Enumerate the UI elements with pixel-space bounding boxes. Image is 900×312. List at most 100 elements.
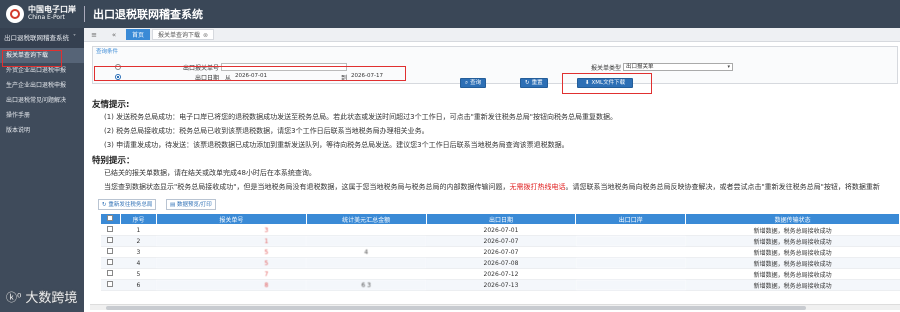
- tab-bar: ≡ « 首页 报关单查询下载 ⊗: [84, 28, 900, 42]
- tips-line-3: (3) 申请重发成功，待发送：该票退税数据已成功添加到重新发送队列，等待向税务总…: [104, 141, 569, 149]
- hotline-warning: 无需拨打热线电话: [509, 183, 566, 191]
- special-tips-part-c: 。请您联系当地税务局向税务总局反映协查解决，或者尝试点击"重新发往税务总局"按钮…: [565, 183, 880, 191]
- col-export-date: 出口日期: [425, 213, 577, 225]
- row-status: 新增数据，税务总局接收成功: [685, 279, 900, 291]
- tips-line-2: (2) 税务总局接收成功：税务总局已收到该票退税数据，请您3个工作日后联系当地税…: [104, 127, 429, 135]
- row-status: 新增数据，税务总局接收成功: [685, 246, 900, 258]
- preview-print-button[interactable]: ▤ 数据预览/打印: [166, 199, 216, 210]
- table-row[interactable]: 5 7 2026-07-12 新增数据，税务总局接收成功: [100, 268, 900, 280]
- row-amount: [306, 268, 427, 280]
- tab-declaration-download[interactable]: 报关单查询下载 ⊗: [152, 29, 215, 40]
- declaration-table: 序号 报关单号 统计美元汇总金额 出口日期 出口口岸 数据传输状态 1 3 20…: [100, 213, 900, 291]
- sidebar-item-version[interactable]: 版本说明: [0, 123, 84, 138]
- eport-logo-icon: [6, 5, 24, 23]
- sidebar-section-title: 出口退税联网稽查系统: [4, 34, 69, 42]
- row-export-port: [575, 246, 686, 258]
- app-title: 出口退税联网稽查系统: [93, 8, 203, 21]
- refresh-icon: ↻: [525, 80, 530, 86]
- dropdown-arrow-icon: ▾: [727, 64, 730, 70]
- row-export-port: [575, 224, 686, 236]
- row-export-date: 2026-07-13: [426, 279, 576, 291]
- row-export-port: [575, 257, 686, 269]
- table-row[interactable]: 6 8 6 3 2026-07-13 新增数据，税务总局接收成功: [100, 279, 900, 291]
- table-row[interactable]: 4 5 2026-07-08 新增数据，税务总局接收成功: [100, 257, 900, 269]
- resend-label: 重新发往税务总局: [108, 202, 153, 208]
- resend-to-tax-bureau-button[interactable]: ↻ 重新发往税务总局: [98, 199, 157, 210]
- print-icon: ▤: [170, 202, 177, 208]
- tips-title: 友情提示:: [92, 100, 130, 110]
- row-checkbox[interactable]: [107, 226, 114, 232]
- table-header-row: 序号 报关单号 统计美元汇总金额 出口日期 出口口岸 数据传输状态: [100, 213, 900, 225]
- print-label: 数据预览/打印: [176, 202, 212, 208]
- date-highlight-box: [94, 66, 406, 81]
- row-checkbox[interactable]: [107, 281, 114, 287]
- logo-cn-text: 中国电子口岸: [28, 5, 76, 14]
- double-chevron-icon[interactable]: «: [104, 31, 124, 39]
- row-declaration-no: 1: [156, 235, 307, 247]
- col-index: 序号: [119, 213, 157, 225]
- row-status: 新增数据，税务总局接收成功: [685, 235, 900, 247]
- horizontal-scrollbar[interactable]: [90, 304, 900, 310]
- declaration-type-value: 出口报关单: [626, 64, 654, 70]
- main-content: 查询条件 出口报关单号 报关单类型 出口报关单 ▾ 出口日期 从 2026-07…: [84, 42, 900, 312]
- col-transfer-status: 数据传输状态: [685, 213, 900, 225]
- row-declaration-no: 8: [156, 279, 307, 291]
- table-row[interactable]: 2 1 2026-07-07 新增数据，税务总局接收成功: [100, 235, 900, 247]
- row-amount: [306, 257, 427, 269]
- row-export-date: 2026-07-12: [426, 268, 576, 280]
- select-all-header[interactable]: [100, 213, 121, 225]
- row-index: 4: [120, 257, 157, 269]
- special-tips-line-1: 已结关的报关单数据，请在结关或改单完成48小时后在本系统查询。: [104, 169, 316, 177]
- reset-button[interactable]: ↻ 重置: [520, 78, 548, 88]
- row-declaration-no: 7: [156, 268, 307, 280]
- row-status: 新增数据，税务总局接收成功: [685, 224, 900, 236]
- row-export-date: 2026-07-07: [426, 235, 576, 247]
- sidebar: 出口退税联网稽查系统 ˅ 报关单查询下载 外贸企业出口退税申报 生产企业出口退税…: [0, 28, 84, 312]
- row-declaration-no: 5: [156, 246, 307, 258]
- row-export-port: [575, 268, 686, 280]
- row-index: 6: [120, 279, 157, 291]
- sidebar-item-faq[interactable]: 出口退税常见问题解决: [0, 93, 84, 108]
- sidebar-section-header[interactable]: 出口退税联网稽查系统 ˅: [0, 28, 84, 48]
- chevron-down-icon: ˅: [73, 34, 76, 41]
- tab-label: 报关单查询下载: [158, 32, 201, 39]
- row-checkbox[interactable]: [107, 259, 114, 265]
- row-export-date: 2026-07-07: [426, 246, 576, 258]
- watermark: ⓚ⁰ 大数跨境: [6, 287, 78, 307]
- tab-home[interactable]: 首页: [126, 29, 151, 40]
- row-amount: [306, 224, 427, 236]
- table-row[interactable]: 3 5 4 2026-07-07 新增数据，税务总局接收成功: [100, 246, 900, 258]
- table-row[interactable]: 1 3 2026-07-01 新增数据，税务总局接收成功: [100, 224, 900, 236]
- tips-line-1: (1) 发送税务总局成功：电子口岸已将您的退税数据成功发送至税务总局。若此状态或…: [104, 113, 618, 121]
- row-index: 2: [120, 235, 157, 247]
- scrollbar-thumb[interactable]: [106, 306, 806, 310]
- search-icon: ⌕: [465, 80, 469, 86]
- query-legend: 查询条件: [96, 49, 119, 55]
- close-icon[interactable]: ⊗: [203, 32, 208, 39]
- row-checkbox[interactable]: [107, 237, 114, 243]
- col-declaration-no: 报关单号: [155, 213, 307, 225]
- top-header: 中国电子口岸 China E-Port 出口退税联网稽查系统: [0, 0, 900, 28]
- query-button[interactable]: ⌕ 查询: [460, 78, 487, 88]
- col-usd-amount: 统计美元汇总金额: [305, 213, 427, 225]
- row-amount: 4: [306, 246, 427, 258]
- special-tips-title: 特别提示：: [92, 156, 135, 166]
- col-export-port: 出口口岸: [575, 213, 687, 225]
- row-checkbox[interactable]: [107, 270, 114, 276]
- declaration-type-label: 报关单类型: [590, 64, 621, 72]
- sidebar-item-production-tax-refund[interactable]: 生产企业出口退税申报: [0, 78, 84, 93]
- row-declaration-no: 3: [156, 224, 307, 236]
- menu-toggle-icon[interactable]: ≡: [84, 31, 104, 39]
- row-export-port: [575, 235, 686, 247]
- row-checkbox[interactable]: [107, 248, 114, 254]
- special-tips-part-a: 当您查到数据状态显示"税务总局接收成功"，但是当地税务局没有退税数据，这属于您当…: [104, 183, 510, 191]
- select-all-checkbox[interactable]: [107, 215, 114, 221]
- row-index: 3: [120, 246, 157, 258]
- watermark-logo-icon: ⓚ⁰: [6, 290, 22, 304]
- sidebar-item-manual[interactable]: 操作手册: [0, 108, 84, 123]
- row-index: 1: [120, 224, 157, 236]
- declaration-type-select[interactable]: 出口报关单 ▾: [623, 63, 733, 71]
- watermark-text: 大数跨境: [25, 291, 78, 306]
- row-export-date: 2026-07-08: [426, 257, 576, 269]
- logo-en-text: China E-Port: [28, 14, 65, 21]
